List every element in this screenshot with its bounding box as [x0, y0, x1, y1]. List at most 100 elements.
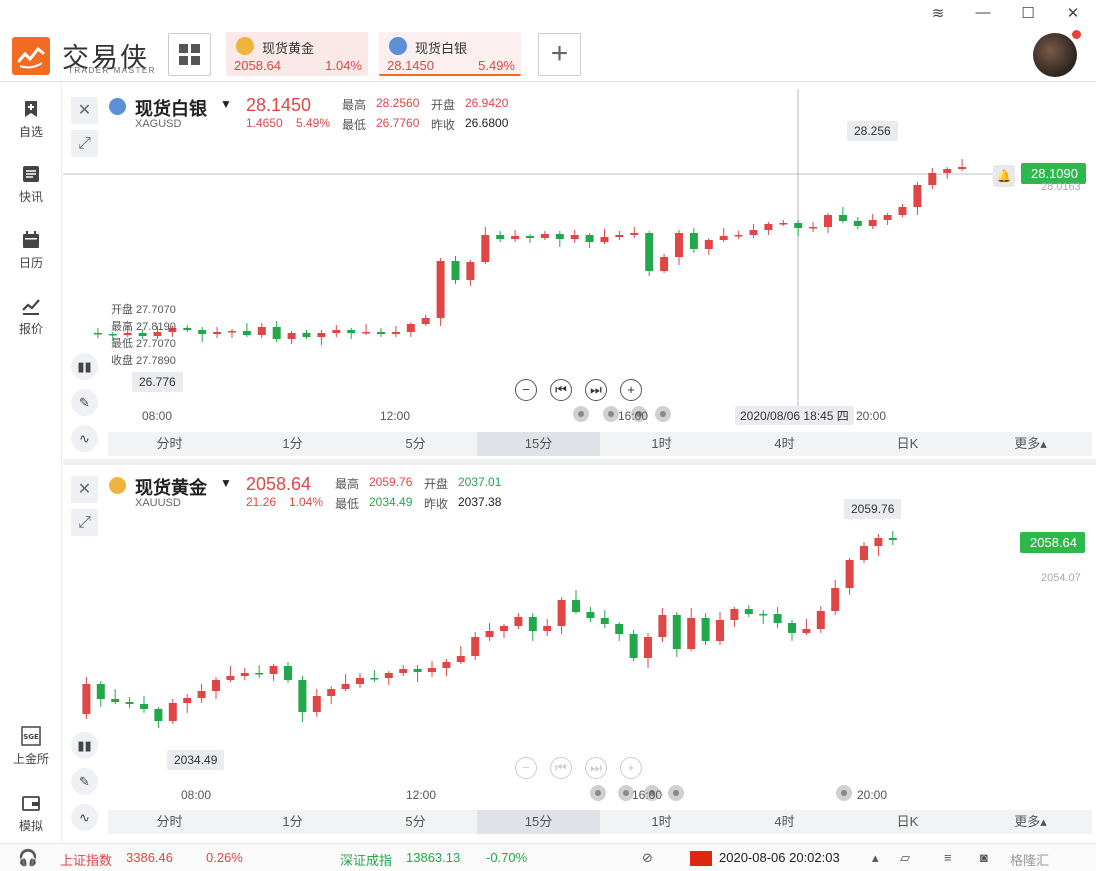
tab-timeframe-6[interactable]: 日K	[846, 810, 969, 834]
indicator-icon[interactable]: ∿	[71, 804, 98, 831]
tab-silver[interactable]: 现货白银 28.1450 5.49%	[379, 32, 521, 76]
screen-icon[interactable]: ▱	[900, 850, 910, 866]
caret-up-icon[interactable]: ▴	[872, 850, 879, 866]
tab-timeframe-3[interactable]: 15分	[477, 432, 600, 456]
candle	[302, 330, 311, 339]
candle	[928, 168, 937, 189]
candle	[362, 324, 371, 335]
draw-pencil-icon[interactable]: ✎	[71, 768, 98, 795]
candle	[716, 612, 724, 645]
silver-chart-panel: ✕ ⤢ 现货白银 ▼ XAGUSD 28.1450 1.4650 5.49% 最…	[63, 87, 1096, 457]
candle	[675, 230, 683, 265]
event-marker[interactable]	[836, 785, 852, 801]
tab-timeframe-7[interactable]: 更多▴	[969, 810, 1092, 834]
silver-candlestick-chart[interactable]	[63, 87, 1096, 427]
tab-timeframe-5[interactable]: 4时	[723, 432, 846, 456]
tab-timeframe-4[interactable]: 1时	[600, 432, 723, 456]
candle	[570, 230, 579, 243]
event-marker[interactable]	[603, 406, 619, 422]
indicator-icon[interactable]: ∿	[71, 425, 98, 452]
scroll-end-button[interactable]: ⏭	[585, 379, 607, 401]
zoom-out-button[interactable]: −	[515, 379, 537, 401]
event-marker[interactable]	[590, 785, 606, 801]
candle	[838, 207, 847, 223]
wallet-icon	[22, 796, 40, 811]
tab-timeframe-6[interactable]: 日K	[846, 432, 969, 456]
candle	[514, 613, 523, 629]
sidebar-item-quotes[interactable]: 报价	[0, 296, 62, 337]
expand-panel-button[interactable]: ⤢	[71, 130, 98, 157]
tab-timeframe-0[interactable]: 分时	[108, 810, 231, 834]
zoom-in-button[interactable]: +	[620, 379, 642, 401]
candle	[111, 689, 120, 704]
gold-chart-panel: ✕ ⤢ 现货黄金 ▼ XAUUSD 2058.64 21.26 1.04% 最高…	[63, 466, 1096, 840]
candle	[860, 542, 868, 563]
draw-pencil-icon[interactable]: ✎	[71, 389, 98, 416]
tab-timeframe-1[interactable]: 1分	[231, 810, 354, 834]
avatar[interactable]	[1033, 33, 1077, 77]
brand-subtitle: TRADER MASTER	[68, 66, 156, 75]
tab-timeframe-2[interactable]: 5分	[354, 432, 477, 456]
no-signal-icon[interactable]: ⊘	[642, 850, 653, 866]
layers-icon[interactable]: ≋	[928, 4, 948, 22]
svg-text:SGE: SGE	[23, 733, 39, 741]
event-marker[interactable]	[655, 406, 671, 422]
zoom-out-button[interactable]: −	[515, 757, 537, 779]
minimize-icon[interactable]: —	[973, 4, 993, 21]
layout-grid-button[interactable]	[168, 33, 211, 76]
candle	[312, 689, 321, 717]
candle	[257, 323, 266, 338]
headset-icon[interactable]: 🎧	[18, 848, 38, 868]
tab-timeframe-0[interactable]: 分时	[108, 432, 231, 456]
close-icon[interactable]: ✕	[1063, 4, 1083, 22]
close-panel-button[interactable]: ✕	[71, 97, 98, 124]
candle-type-button[interactable]: ▮▮	[71, 353, 98, 380]
tab-timeframe-1[interactable]: 1分	[231, 432, 354, 456]
candle-type-button[interactable]: ▮▮	[71, 732, 98, 759]
sidebar-item-news[interactable]: 快讯	[0, 164, 62, 205]
candle	[428, 661, 436, 677]
scroll-start-button[interactable]: ⏮	[550, 757, 572, 779]
candle	[399, 665, 408, 676]
candle	[773, 607, 782, 628]
tab-timeframe-5[interactable]: 4时	[723, 810, 846, 834]
candle	[391, 326, 400, 337]
event-marker[interactable]	[573, 406, 589, 422]
candle	[317, 330, 326, 345]
app-logo	[12, 37, 50, 75]
candle	[327, 686, 336, 704]
close-panel-button[interactable]: ✕	[71, 476, 98, 503]
sidebar-item-watchlist[interactable]: 自选	[0, 99, 62, 140]
sidebar-item-sge[interactable]: SGE 上金所	[0, 726, 62, 767]
candle	[557, 597, 566, 634]
list-icon[interactable]: ≡	[944, 850, 952, 865]
candle	[255, 665, 264, 678]
dropdown-caret-icon[interactable]: ▼	[220, 97, 232, 111]
expand-panel-button[interactable]: ⤢	[71, 509, 98, 536]
sidebar-item-calendar[interactable]: 日历	[0, 230, 62, 271]
candle	[356, 673, 364, 688]
tab-timeframe-4[interactable]: 1时	[600, 810, 723, 834]
tab-timeframe-3[interactable]: 15分	[477, 810, 600, 834]
candle	[824, 213, 832, 233]
event-marker[interactable]	[668, 785, 684, 801]
bell-icon[interactable]: 🔔	[993, 165, 1015, 187]
tab-timeframe-7[interactable]: 更多▴	[969, 432, 1092, 456]
peak-label: 28.256	[847, 121, 898, 141]
camera-icon[interactable]: ◙	[980, 850, 988, 865]
candle	[764, 222, 773, 235]
dropdown-caret-icon[interactable]: ▼	[220, 476, 232, 490]
tab-timeframe-2[interactable]: 5分	[354, 810, 477, 834]
candle	[540, 231, 549, 240]
maximize-icon[interactable]: ☐	[1018, 4, 1038, 22]
tab-gold[interactable]: 现货黄金 2058.64 1.04%	[226, 32, 368, 76]
candle	[615, 622, 624, 641]
last-price: 28.1450	[246, 95, 312, 115]
add-tab-button[interactable]: +	[538, 33, 581, 76]
zoom-in-button[interactable]: +	[620, 757, 642, 779]
scroll-start-button[interactable]: ⏮	[550, 379, 572, 401]
scroll-end-button[interactable]: ⏭	[585, 757, 607, 779]
current-price-tag: 2058.64	[1020, 532, 1085, 553]
sidebar-item-simulation[interactable]: 模拟	[0, 793, 62, 834]
candle	[212, 677, 220, 699]
